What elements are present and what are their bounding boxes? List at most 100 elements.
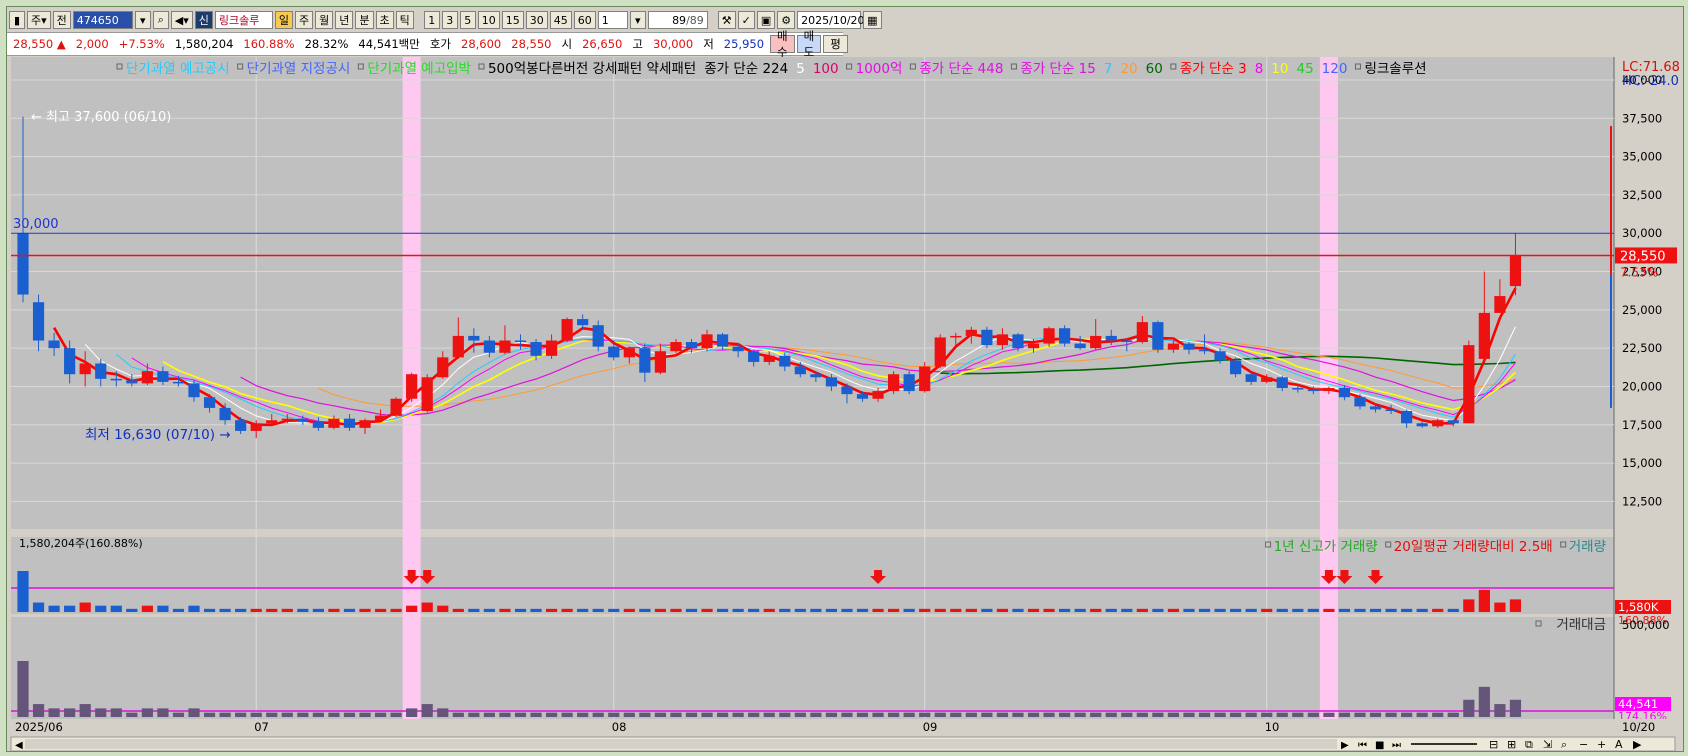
volume-bar — [421, 602, 433, 612]
amount-bar — [141, 708, 153, 717]
volume-bar — [1292, 608, 1304, 612]
y-tick-label: 22,500 — [1622, 341, 1662, 355]
volume-bar — [343, 608, 356, 612]
amount-bar — [64, 708, 76, 717]
amount-bar — [1059, 712, 1071, 717]
amount-legend: 거래대금 — [1556, 617, 1606, 633]
amount-bar — [1401, 712, 1413, 717]
volume-bar — [841, 608, 853, 612]
volume-bar — [1167, 608, 1180, 612]
calendar-icon[interactable]: ▦ — [863, 11, 882, 29]
interval-15-button[interactable]: 15 — [501, 11, 524, 29]
volume-legend-item: 거래량 — [1569, 539, 1606, 555]
amount-bar — [856, 712, 869, 717]
candle-body — [374, 415, 387, 421]
toolbar-bottom-icon: ▶ — [1633, 738, 1642, 751]
amount-bar — [1292, 712, 1304, 717]
period-year-button[interactable]: 년 — [335, 11, 354, 29]
volume-bar — [483, 608, 495, 612]
buy-button[interactable]: 매수 — [770, 29, 795, 59]
candle-body — [188, 383, 200, 398]
credit-badge[interactable]: 신 — [194, 11, 213, 29]
candle-body — [996, 334, 1009, 346]
volume-title: 1,580,204주(160.88%) — [19, 537, 143, 550]
legend-item: 단기과열 예고공시 — [126, 61, 230, 77]
speaker-icon[interactable]: ◀▾ — [170, 11, 193, 29]
interval-45-button[interactable]: 45 — [549, 11, 572, 29]
tool-icon[interactable]: ⚒ — [717, 11, 736, 29]
volume-bar — [1401, 608, 1413, 612]
interval-60-button[interactable]: 60 — [573, 11, 596, 29]
period-second-button[interactable]: 초 — [375, 11, 394, 29]
legend-item: 60 — [1146, 61, 1163, 77]
amount-bar — [1136, 712, 1148, 717]
candle-body — [779, 355, 791, 367]
amount-bar — [235, 712, 247, 717]
prev-button[interactable]: 전 — [52, 11, 71, 29]
amount-bar — [701, 712, 713, 717]
pct-tag-label: 7.53% — [1620, 265, 1658, 279]
amount-bar — [126, 712, 138, 717]
amount-bar — [343, 712, 356, 717]
period-week-button[interactable]: 주 — [295, 11, 314, 29]
settings-icon[interactable]: ⚙ — [777, 11, 796, 29]
amount-bar — [1261, 712, 1273, 717]
candle-body — [825, 377, 838, 387]
period-minute-button[interactable]: 분 — [355, 11, 374, 29]
count-field[interactable]: 89/89 — [647, 11, 708, 29]
interval-10-button[interactable]: 10 — [477, 11, 500, 29]
candle-body — [919, 366, 931, 392]
search-icon[interactable]: ⌕ — [152, 11, 169, 29]
volume-bar — [79, 602, 91, 612]
amount-bar — [872, 712, 884, 717]
legend-item: 종가 단순 448 — [919, 61, 1003, 77]
candle-body — [1245, 374, 1257, 382]
quote-bar: 28,550 ▲ 2,000 +7.53% 1,580,204 160.88% … — [7, 29, 848, 59]
scroll-track — [25, 739, 1337, 749]
volume-bar — [250, 608, 262, 612]
interval-1-button[interactable]: 1 — [423, 11, 440, 29]
amount-bar — [794, 712, 806, 717]
volume-bar — [1354, 608, 1366, 612]
chart-type-icon[interactable]: ▮ — [9, 11, 25, 29]
amount-bar — [1509, 699, 1522, 717]
volume-tag-label: 1,580K — [1618, 600, 1659, 614]
amount-bar — [1307, 712, 1319, 717]
volume-bar — [203, 608, 216, 612]
lc-label: LC:71.68 — [1622, 60, 1680, 75]
period-day-button[interactable]: 일 — [274, 11, 294, 29]
volume-bar — [685, 608, 698, 612]
volume-bar — [1105, 608, 1117, 612]
sell-button[interactable]: 매도 — [796, 29, 822, 59]
candle-body — [390, 398, 402, 416]
pattern-icon[interactable]: ✓ — [737, 11, 755, 29]
interval-3-button[interactable]: 3 — [441, 11, 458, 29]
volume-bar — [919, 608, 931, 612]
volume-bar — [903, 608, 915, 612]
candle-body — [1463, 345, 1475, 424]
save-icon[interactable]: ▣ — [756, 11, 776, 29]
interval-select[interactable]: 1 — [597, 11, 628, 29]
legend-item: 120 — [1322, 61, 1348, 77]
interval-5-button[interactable]: 5 — [459, 11, 476, 29]
volume-bar — [1369, 608, 1382, 612]
market-select[interactable]: 주 ▾ — [27, 11, 51, 29]
stock-chart[interactable]: 12,50015,00017,50020,00022,50025,00027,5… — [7, 57, 1683, 751]
volume-bar — [64, 605, 76, 612]
scroll-control-icon: ⏮ — [1358, 740, 1367, 751]
code-dropdown-icon[interactable]: ▾ — [134, 11, 151, 29]
period-month-button[interactable]: 월 — [315, 11, 334, 29]
eval-button[interactable]: 평 — [823, 35, 848, 53]
code-input[interactable]: 474650 — [72, 11, 133, 29]
toolbar-bottom-icon: ⌕ — [1561, 738, 1567, 751]
date-field[interactable]: 2025/10/20 — [797, 11, 865, 29]
interval-dropdown-icon[interactable]: ▾ — [629, 11, 646, 29]
toolbar-bottom-icon: ⊟ — [1489, 738, 1498, 751]
period-tick-button[interactable]: 틱 — [395, 11, 414, 29]
candle-body — [1198, 349, 1211, 352]
interval-30-button[interactable]: 30 — [525, 11, 548, 29]
volume-bar — [1416, 608, 1428, 612]
candle-body — [1230, 360, 1242, 375]
volume-bar — [172, 608, 185, 612]
x-tick-label: 09 — [923, 720, 938, 734]
